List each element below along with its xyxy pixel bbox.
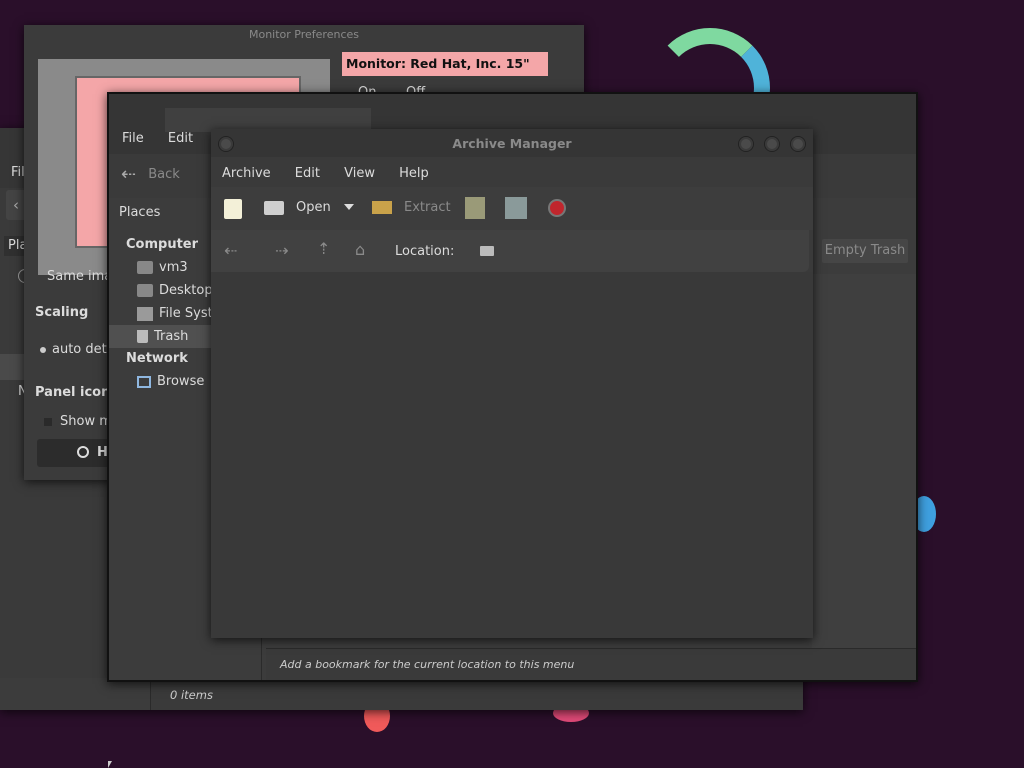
archive-manager-title: Archive Manager	[211, 129, 813, 157]
desktop-folder-icon	[137, 284, 153, 297]
home-icon[interactable]: ⌂	[355, 240, 365, 259]
auto-detect-radio[interactable]: auto dete	[40, 342, 115, 357]
new-archive-button[interactable]	[224, 199, 242, 223]
stop-icon[interactable]	[548, 199, 566, 217]
menu-edit[interactable]: Edit	[295, 166, 320, 181]
status-bar: Add a bookmark for the current location …	[266, 648, 916, 680]
places-title: Places	[119, 205, 161, 220]
open-label: Open	[296, 200, 331, 215]
menu-archive[interactable]: Archive	[222, 166, 271, 181]
archive-manager-window[interactable]: Archive Manager Archive Edit View Help O…	[211, 129, 813, 638]
menu-help[interactable]: Help	[399, 166, 429, 181]
empty-trash-button[interactable]: Empty Trash	[822, 239, 908, 263]
menu-file[interactable]: Fil	[11, 165, 25, 180]
menu-view[interactable]: View	[344, 166, 375, 181]
back-arrow-icon[interactable]: ⇠	[224, 241, 237, 260]
status-text: Add a bookmark for the current location …	[280, 658, 575, 671]
menu-file[interactable]: File	[122, 131, 144, 146]
back-arrow-icon: ‹	[13, 196, 19, 214]
auto-detect-label: auto dete	[52, 342, 115, 357]
window-menu-button[interactable]	[218, 136, 234, 152]
empty-trash-label: Empty Trash	[824, 243, 906, 258]
new-archive-icon	[224, 199, 242, 219]
checkbox-icon	[44, 417, 52, 426]
sidebar-item-label: Trash	[154, 329, 189, 344]
minimize-button[interactable]	[738, 136, 754, 152]
scaling-heading: Scaling	[35, 305, 89, 320]
folder-icon	[480, 246, 494, 256]
content-area[interactable]	[812, 274, 916, 648]
help-icon	[77, 446, 89, 458]
drive-icon	[137, 306, 153, 321]
sidebar-column	[0, 678, 151, 710]
back-button[interactable]: ⇠ Back	[121, 164, 180, 185]
add-folder-icon[interactable]	[505, 197, 527, 219]
location-label: Location:	[395, 244, 455, 259]
location-bar	[211, 230, 809, 272]
up-arrow-icon[interactable]: ⇡	[317, 239, 330, 258]
maximize-button[interactable]	[764, 136, 780, 152]
sidebar-item-label: File Syst	[159, 306, 213, 321]
panel-icon-heading: Panel icon	[35, 385, 111, 400]
sidebar-item-label: vm3	[159, 260, 188, 275]
back-arrow-icon: ⇠	[121, 164, 137, 185]
sidebar-item-label: Desktop	[159, 283, 213, 298]
home-folder-icon	[137, 261, 153, 274]
window-title: Archive Manager	[452, 136, 572, 151]
sidebar-item-label: Browse	[157, 374, 205, 389]
archive-file-list[interactable]	[211, 272, 813, 638]
open-dropdown-icon[interactable]	[344, 204, 354, 210]
extract-icon	[372, 201, 392, 214]
monitor-name-label: Monitor: Red Hat, Inc. 15"	[342, 52, 548, 76]
extract-label: Extract	[404, 200, 451, 215]
add-files-icon[interactable]	[465, 197, 485, 219]
archive-menubar: Archive Edit View Help	[222, 166, 449, 181]
window-title: Monitor Preferences	[24, 25, 584, 47]
status-bar: 0 items	[152, 678, 803, 710]
forward-arrow-icon[interactable]: ⇢	[275, 241, 288, 260]
status-text: 0 items	[170, 688, 213, 702]
back-label: Back	[148, 167, 180, 182]
open-folder-icon	[264, 200, 284, 215]
open-button[interactable]: Open	[264, 200, 331, 215]
mouse-cursor-icon	[108, 761, 112, 768]
extract-button[interactable]: Extract	[372, 200, 451, 215]
close-button[interactable]	[790, 136, 806, 152]
network-icon	[137, 375, 151, 388]
radio-dot-icon	[40, 346, 46, 353]
trash-icon	[137, 330, 148, 343]
monitor-name-text: Monitor: Red Hat, Inc. 15"	[346, 56, 530, 71]
menu-edit[interactable]: Edit	[168, 131, 193, 146]
